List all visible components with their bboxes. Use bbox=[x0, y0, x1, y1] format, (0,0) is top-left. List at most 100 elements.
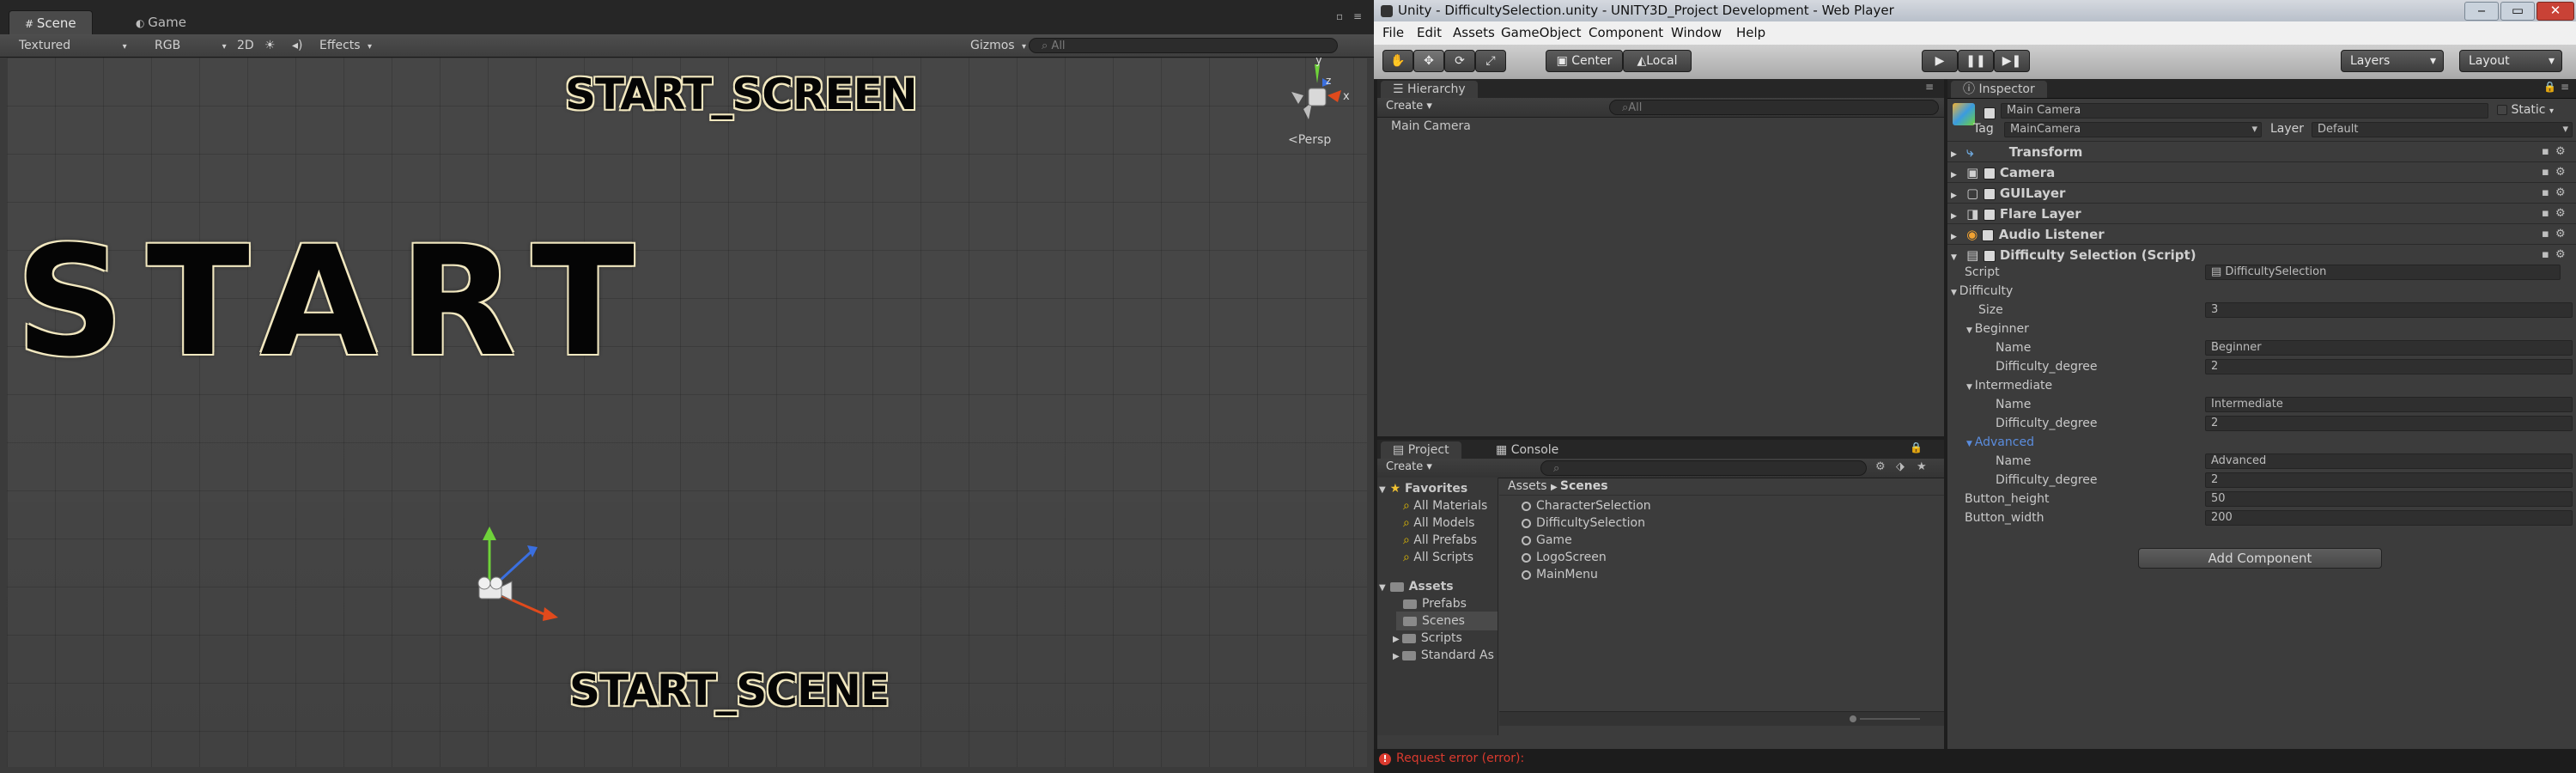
breadcrumb-root[interactable]: Assets bbox=[1508, 479, 1547, 493]
level-name-field[interactable]: Beginner bbox=[2205, 340, 2573, 356]
2d-toggle[interactable]: 2D bbox=[237, 34, 254, 57]
breadcrumb-current[interactable]: Scenes bbox=[1560, 479, 1608, 493]
favorite-item[interactable]: ⌕ All Materials bbox=[1403, 496, 1487, 515]
move-tool-icon[interactable]: ✥ bbox=[1413, 50, 1444, 72]
help-icon[interactable]: ▪ bbox=[2542, 204, 2549, 224]
favorite-star-icon[interactable]: ★ bbox=[1917, 460, 1927, 473]
project-create-dropdown[interactable]: Create ▾ bbox=[1386, 460, 1432, 473]
scene-search-input[interactable]: ⌕ All bbox=[1029, 38, 1338, 53]
gear-icon[interactable]: ⚙ bbox=[2555, 204, 2566, 224]
component-difficulty-selection[interactable]: ▼ ▤ Difficulty Selection (Script) ▪ ⚙ bbox=[1947, 244, 2576, 265]
panel-menu-icon[interactable]: ≡ bbox=[1925, 81, 1934, 93]
gameobject-active-checkbox[interactable] bbox=[1984, 105, 1996, 120]
button-height-field[interactable]: 50 bbox=[2205, 491, 2573, 507]
rotate-tool-icon[interactable]: ⟳ bbox=[1444, 50, 1475, 72]
pivot-local-toggle[interactable]: ◭Local bbox=[1623, 50, 1692, 72]
lock-icon[interactable]: 🔒 bbox=[2543, 81, 2556, 93]
level-degree-field[interactable]: 2 bbox=[2205, 416, 2573, 431]
level-name-field[interactable]: Advanced bbox=[2205, 453, 2573, 469]
scale-tool-icon[interactable]: ⤢ bbox=[1475, 50, 1506, 72]
level-foldout[interactable]: ▼ Intermediate bbox=[1966, 376, 2052, 395]
audio-toggle-icon[interactable]: ◂) bbox=[292, 34, 303, 57]
projection-label[interactable]: <Persp bbox=[1288, 133, 1331, 147]
file-item[interactable]: MainMenu bbox=[1522, 565, 1598, 584]
difficulty-foldout[interactable]: ▼ Difficulty bbox=[1951, 282, 2013, 301]
scene-viewport[interactable]: START_SCREEN START START_SCENE y x z <Pe… bbox=[7, 58, 1367, 767]
lighting-toggle-icon[interactable]: ☀ bbox=[264, 34, 276, 57]
layout-dropdown[interactable]: Layout ▾ bbox=[2459, 50, 2562, 72]
file-item[interactable]: DifficultySelection bbox=[1522, 514, 1645, 533]
folder-item[interactable]: ▶ Scripts bbox=[1393, 629, 1462, 648]
pause-button[interactable]: ❚❚ bbox=[1958, 50, 1994, 72]
render-mode-dropdown[interactable]: RGB ▾ bbox=[155, 34, 227, 57]
add-component-button[interactable]: Add Component bbox=[2138, 548, 2382, 569]
level-degree-field[interactable]: 2 bbox=[2205, 472, 2573, 488]
pivot-center-toggle[interactable]: ▣ Center bbox=[1546, 50, 1623, 72]
gameobject-name-field[interactable]: Main Camera bbox=[2001, 103, 2488, 119]
menu-window[interactable]: Window bbox=[1671, 21, 1722, 45]
favorites-node[interactable]: ▼ ★ Favorites bbox=[1379, 479, 1467, 498]
menu-component[interactable]: Component bbox=[1589, 21, 1663, 45]
menu-help[interactable]: Help bbox=[1736, 21, 1765, 45]
gear-icon[interactable]: ⚙ bbox=[2555, 224, 2566, 245]
gear-icon[interactable]: ⚙ bbox=[2555, 142, 2566, 162]
menu-edit[interactable]: Edit bbox=[1417, 21, 1442, 45]
tab-game[interactable]: ◐ Game bbox=[120, 10, 202, 34]
effects-dropdown[interactable]: Effects ▾ bbox=[319, 34, 372, 57]
tab-project[interactable]: ▤ Project bbox=[1381, 441, 1461, 459]
play-button[interactable]: ▶ bbox=[1922, 50, 1958, 72]
start-screen-label[interactable]: START_SCREEN bbox=[565, 70, 918, 119]
component-audio-listener[interactable]: ▶ ◉ Audio Listener ▪ ⚙ bbox=[1947, 223, 2576, 245]
level-foldout[interactable]: ▼ Beginner bbox=[1966, 320, 2029, 338]
filter-label-icon[interactable]: ⬗ bbox=[1896, 460, 1905, 473]
project-search-input[interactable]: ⌕ bbox=[1540, 460, 1867, 476]
minimize-button[interactable]: ‒ bbox=[2464, 2, 2499, 21]
tab-hierarchy[interactable]: ☰ Hierarchy bbox=[1381, 81, 1478, 98]
folder-item[interactable]: Prefabs bbox=[1403, 594, 1467, 613]
zoom-slider-thumb[interactable] bbox=[1850, 715, 1856, 722]
level-degree-field[interactable]: 2 bbox=[2205, 359, 2573, 374]
layer-dropdown[interactable]: Default ▾ bbox=[2312, 122, 2573, 137]
start-scene-label[interactable]: START_SCENE bbox=[569, 666, 890, 715]
gizmos-dropdown[interactable]: Gizmos ▾ bbox=[970, 34, 1026, 57]
step-button[interactable]: ▶❚ bbox=[1994, 50, 2030, 72]
maximize-button[interactable]: ▭ bbox=[2500, 2, 2535, 21]
static-toggle[interactable]: Static ▾ bbox=[2497, 103, 2554, 117]
help-icon[interactable]: ▪ bbox=[2542, 224, 2549, 245]
component-enabled-checkbox[interactable] bbox=[1983, 208, 1996, 221]
level-name-field[interactable]: Intermediate bbox=[2205, 397, 2573, 412]
help-icon[interactable]: ▪ bbox=[2542, 162, 2549, 183]
tab-console[interactable]: ▦ Console bbox=[1484, 441, 1571, 459]
menu-file[interactable]: File bbox=[1382, 21, 1404, 45]
tag-dropdown[interactable]: MainCamera ▾ bbox=[2004, 122, 2262, 137]
file-item[interactable]: CharacterSelection bbox=[1522, 496, 1651, 515]
panel-menu-icon[interactable]: ≡ bbox=[1353, 10, 1362, 22]
menu-assets[interactable]: Assets bbox=[1453, 21, 1495, 45]
layers-dropdown[interactable]: Layers ▾ bbox=[2341, 50, 2444, 72]
hierarchy-search-input[interactable]: ⌕All bbox=[1609, 100, 1939, 115]
favorite-item[interactable]: ⌕ All Prefabs bbox=[1403, 531, 1477, 550]
button-width-field[interactable]: 200 bbox=[2205, 510, 2573, 526]
level-foldout-selected[interactable]: ▼ Advanced bbox=[1966, 433, 2034, 452]
help-icon[interactable]: ▪ bbox=[2542, 142, 2549, 162]
hierarchy-item[interactable]: Main Camera bbox=[1391, 117, 1941, 136]
favorite-item[interactable]: ⌕ All Scripts bbox=[1403, 548, 1473, 567]
component-enabled-checkbox[interactable] bbox=[1983, 167, 1996, 180]
folder-item-selected[interactable]: Scenes bbox=[1396, 612, 1498, 630]
status-bar[interactable]: ! Request error (error): bbox=[1374, 749, 2576, 773]
panel-menu-icon[interactable]: ≡ bbox=[2561, 81, 2569, 93]
filter-type-icon[interactable]: ⚙ bbox=[1875, 460, 1886, 473]
tab-scene[interactable]: # Scene bbox=[9, 10, 93, 34]
assets-node[interactable]: ▼ Assets bbox=[1379, 577, 1454, 596]
component-flare-layer[interactable]: ▶ ◨ Flare Layer ▪ ⚙ bbox=[1947, 203, 2576, 224]
hierarchy-create-dropdown[interactable]: Create ▾ bbox=[1386, 100, 1432, 113]
component-camera[interactable]: ▶ ▣ Camera ▪ ⚙ bbox=[1947, 161, 2576, 183]
close-button[interactable]: ✕ bbox=[2537, 2, 2574, 21]
gear-icon[interactable]: ⚙ bbox=[2555, 162, 2566, 183]
gear-icon[interactable]: ⚙ bbox=[2555, 245, 2566, 265]
component-guilayer[interactable]: ▶ ▢ GUILayer ▪ ⚙ bbox=[1947, 182, 2576, 204]
zoom-slider[interactable] bbox=[1860, 718, 1920, 720]
component-transform[interactable]: ▶ ⤷ Transform ▪ ⚙ bbox=[1947, 141, 2576, 162]
menu-gameobject[interactable]: GameObject bbox=[1501, 21, 1582, 45]
maximize-icon[interactable]: ▫ bbox=[1336, 10, 1343, 22]
